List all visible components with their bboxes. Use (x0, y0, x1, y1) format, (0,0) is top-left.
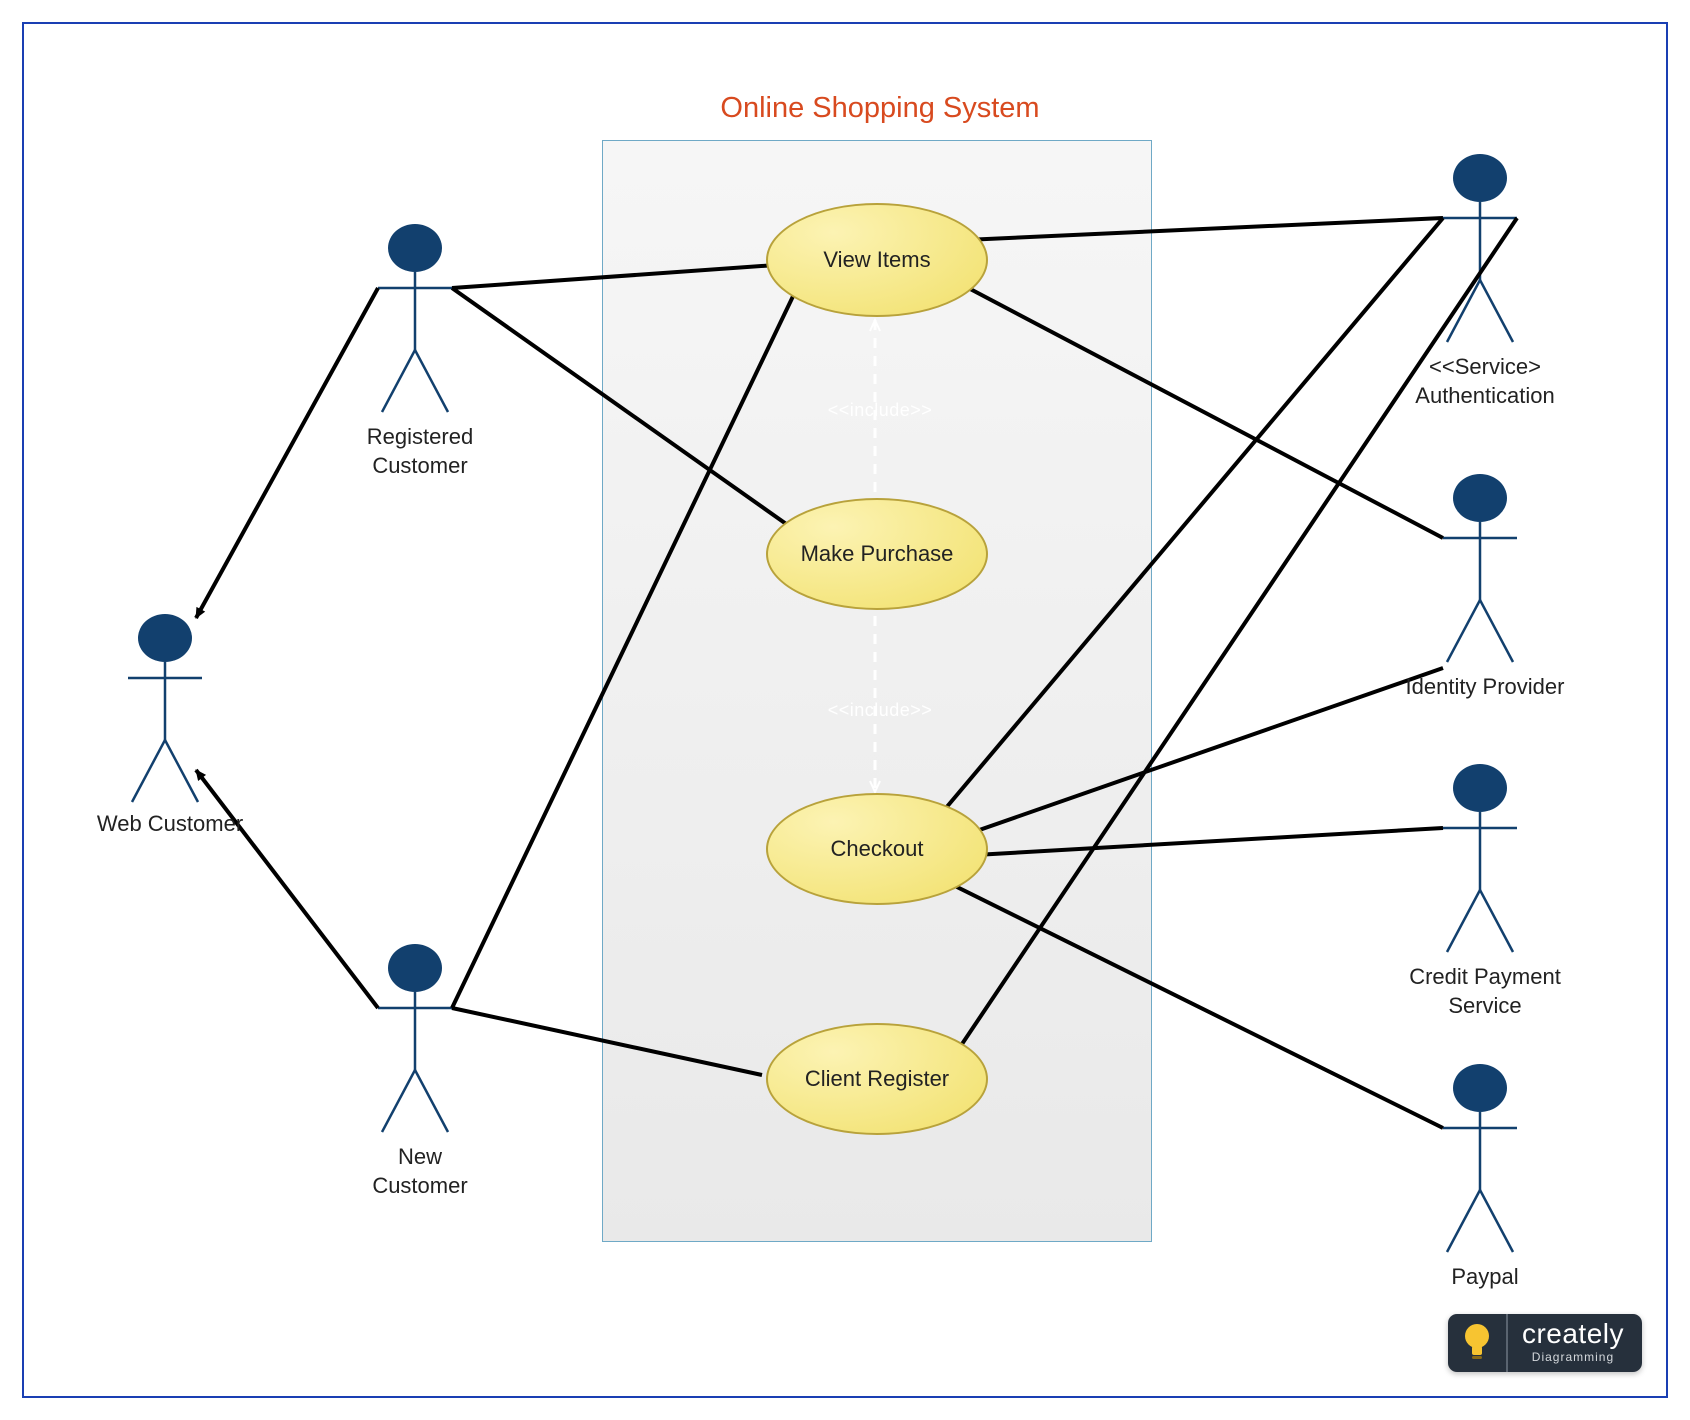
usecase-view-items: View Items (766, 203, 988, 317)
label-new-customer: New Customer (320, 1143, 520, 1200)
usecase-label: Make Purchase (801, 541, 954, 567)
usecase-client-register: Client Register (766, 1023, 988, 1135)
label-authentication: <<Service> Authentication (1380, 353, 1590, 410)
brand-tagline: Diagramming (1522, 1350, 1624, 1364)
brand-name: creately (1522, 1320, 1624, 1348)
label-registered-customer: Registered Customer (320, 423, 520, 480)
diagram-canvas: Online Shopping System (0, 0, 1690, 1420)
bulb-icon (1448, 1314, 1506, 1372)
badge-text: creately Diagramming (1506, 1314, 1642, 1372)
include-label-b: <<include>> (820, 700, 940, 721)
creately-badge: creately Diagramming (1448, 1314, 1642, 1372)
label-identity-provider: Identity Provider (1380, 673, 1590, 702)
label-paypal: Paypal (1420, 1263, 1550, 1292)
include-label-a: <<include>> (820, 400, 940, 421)
usecase-label: View Items (823, 247, 930, 273)
system-title: Online Shopping System (700, 92, 1060, 125)
usecase-make-purchase: Make Purchase (766, 498, 988, 610)
usecase-label: Checkout (831, 836, 924, 862)
label-credit-payment: Credit Payment Service (1380, 963, 1590, 1020)
usecase-checkout: Checkout (766, 793, 988, 905)
usecase-label: Client Register (805, 1066, 949, 1092)
label-web-customer: Web Customer (70, 810, 270, 839)
